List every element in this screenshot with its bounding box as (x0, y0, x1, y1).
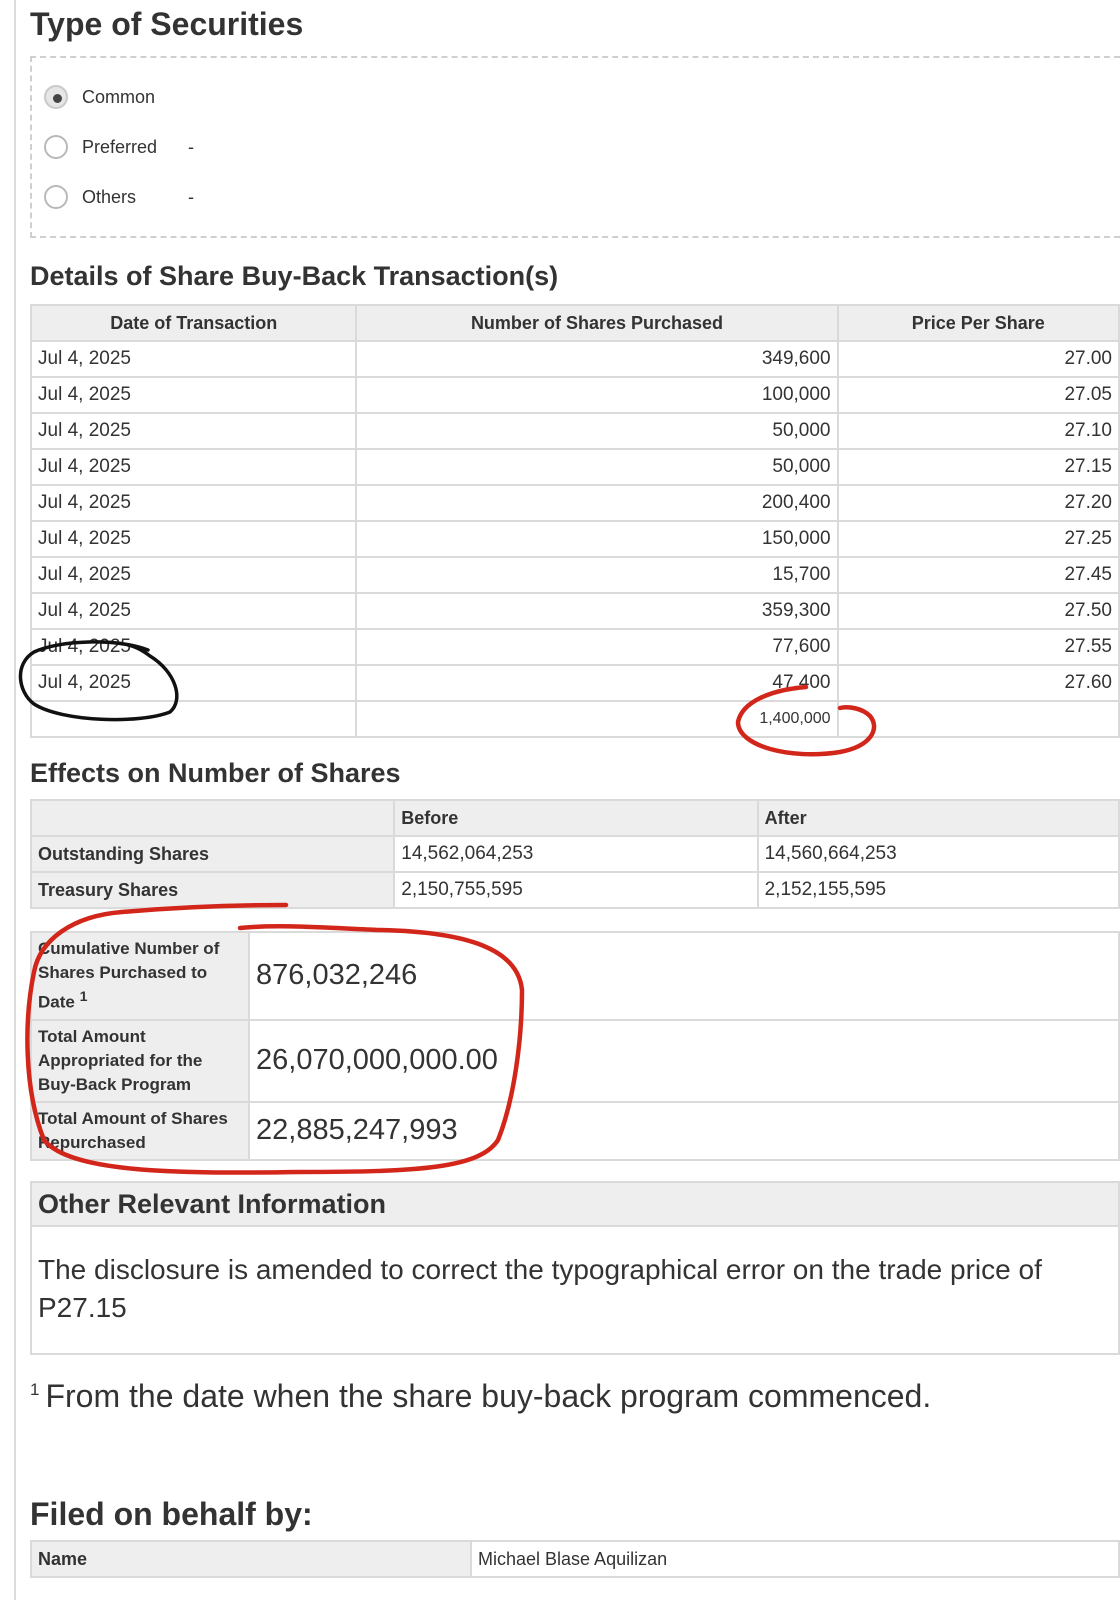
radio-preferred-icon[interactable] (44, 135, 68, 159)
shares-purchased: 15,700 (355, 556, 839, 594)
column-header-price: Price Per Share (836, 304, 1120, 342)
table-row: Treasury Shares 2,150,755,595 2,152,155,… (29, 871, 1120, 909)
radio-common-selected-icon[interactable] (44, 85, 68, 109)
transaction-date: Jul 4, 2025 (29, 484, 358, 522)
shares-purchased: 50,000 (355, 448, 839, 486)
column-header-shares: Number of Shares Purchased (355, 304, 839, 342)
buyback-details-heading: Details of Share Buy-Back Transaction(s) (30, 261, 559, 291)
totals-row: 1,400,000 (29, 700, 1120, 738)
transaction-date: Jul 4, 2025 (29, 520, 358, 558)
radio-value-others: - (188, 186, 194, 207)
shares-purchased: 150,000 (355, 520, 839, 558)
table-row: Cumulative Number of Shares Purchased to… (30, 931, 1120, 1021)
filed-on-behalf-heading: Filed on behalf by: (30, 1496, 313, 1532)
radio-value-preferred: - (188, 136, 194, 157)
radio-option-others[interactable]: Others - (44, 180, 194, 214)
name-label: Name (30, 1540, 472, 1578)
shares-purchased: 359,300 (355, 592, 839, 630)
cumulative-label: Cumulative Number of Shares Purchased to… (30, 931, 250, 1021)
radio-option-preferred[interactable]: Preferred - (44, 130, 194, 164)
name-value: Michael Blase Aquilizan (470, 1540, 1120, 1578)
table-row: Total Amount of Shares Repurchased 22,88… (30, 1100, 1120, 1161)
price-per-share: 27.60 (836, 664, 1120, 702)
transaction-date: Jul 4, 2025 (29, 376, 358, 414)
radio-option-common[interactable]: Common (44, 80, 188, 114)
price-per-share: 27.25 (836, 520, 1120, 558)
transaction-date: Jul 4, 2025 (29, 448, 358, 486)
table-row: Jul 4, 2025 47,400 27.60 (29, 664, 1120, 702)
table-row: Jul 4, 2025 100,000 27.05 (29, 376, 1120, 414)
price-per-share: 27.00 (836, 340, 1120, 378)
table-row: Jul 4, 2025 349,600 27.00 (29, 340, 1120, 378)
table-row: Jul 4, 2025 77,600 27.55 (29, 628, 1120, 666)
price-per-share: 27.05 (836, 376, 1120, 414)
transaction-date: Jul 4, 2025 (29, 340, 358, 378)
other-info-text: The disclosure is amended to correct the… (30, 1227, 1120, 1355)
repurchased-value: 22,885,247,993 (248, 1100, 1120, 1161)
transaction-date: Jul 4, 2025 (29, 556, 358, 594)
left-border-rule (14, 0, 16, 1600)
table-row: Jul 4, 2025 359,300 27.50 (29, 592, 1120, 630)
radio-label-common: Common (82, 86, 156, 107)
table-row: Jul 4, 2025 15,700 27.45 (29, 556, 1120, 594)
footnote-number: 1 (30, 1380, 40, 1399)
shares-purchased: 349,600 (355, 340, 839, 378)
shares-purchased: 200,400 (355, 484, 839, 522)
filer-table: Name Michael Blase Aquilizan (30, 1540, 1120, 1578)
table-row: Jul 4, 2025 50,000 27.10 (29, 412, 1120, 450)
price-per-share: 27.10 (836, 412, 1120, 450)
table-row: Name Michael Blase Aquilizan (30, 1540, 1120, 1578)
table-row: Total Amount Appropriated for the Buy-Ba… (30, 1018, 1120, 1103)
repurchased-label: Total Amount of Shares Repurchased (30, 1100, 250, 1161)
totals-empty-cell (836, 700, 1120, 738)
appropriated-value: 26,070,000,000.00 (248, 1018, 1120, 1103)
totals-empty-cell (29, 700, 358, 738)
securities-radio-group: Common Preferred - Others - (30, 56, 1120, 238)
outstanding-after: 14,560,664,253 (756, 835, 1120, 873)
transaction-date: Jul 4, 2025 (29, 592, 358, 630)
outstanding-before: 14,562,064,253 (393, 835, 759, 873)
table-row: Jul 4, 2025 200,400 27.20 (29, 484, 1120, 522)
footnote-mark: 1 (79, 989, 88, 1005)
radio-label-others: Others (82, 186, 137, 207)
row-label-outstanding: Outstanding Shares (29, 835, 396, 873)
buyback-summary-table: Cumulative Number of Shares Purchased to… (30, 931, 1120, 1161)
price-per-share: 27.45 (836, 556, 1120, 594)
table-row: Jul 4, 2025 50,000 27.15 (29, 448, 1120, 486)
transaction-date: Jul 4, 2025 (29, 628, 358, 666)
cumulative-value: 876,032,246 (248, 931, 1120, 1021)
transaction-date: Jul 4, 2025 (29, 412, 358, 450)
footnote: 1 From the date when the share buy-back p… (30, 1378, 931, 1415)
shares-purchased: 47,400 (355, 664, 839, 702)
transaction-date: Jul 4, 2025 (29, 664, 358, 702)
type-of-securities-heading: Type of Securities (30, 6, 304, 42)
table-header-row: Before After (29, 799, 1120, 837)
table-row: Jul 4, 2025 150,000 27.25 (29, 520, 1120, 558)
price-per-share: 27.50 (836, 592, 1120, 630)
footnote-text: From the date when the share buy-back pr… (45, 1378, 932, 1414)
effects-table: Before After Outstanding Shares 14,562,0… (29, 799, 1120, 909)
radio-others-icon[interactable] (44, 185, 68, 209)
table-header-row: Date of Transaction Number of Shares Pur… (29, 304, 1120, 342)
treasury-after: 2,152,155,595 (756, 871, 1120, 909)
column-header-blank (29, 799, 396, 837)
other-info-heading: Other Relevant Information (30, 1181, 1120, 1227)
row-label-treasury: Treasury Shares (29, 871, 396, 909)
treasury-before: 2,150,755,595 (393, 871, 759, 909)
shares-purchased: 77,600 (355, 628, 839, 666)
price-per-share: 27.15 (836, 448, 1120, 486)
price-per-share: 27.20 (836, 484, 1120, 522)
radio-label-preferred: Preferred (82, 136, 158, 157)
appropriated-label: Total Amount Appropriated for the Buy-Ba… (30, 1018, 250, 1103)
column-header-date: Date of Transaction (29, 304, 358, 342)
table-row: Outstanding Shares 14,562,064,253 14,560… (29, 835, 1120, 873)
column-header-before: Before (393, 799, 759, 837)
total-shares-purchased: 1,400,000 (355, 700, 839, 738)
shares-purchased: 100,000 (355, 376, 839, 414)
shares-purchased: 50,000 (355, 412, 839, 450)
buyback-transactions-table: Date of Transaction Number of Shares Pur… (29, 304, 1120, 738)
effects-heading: Effects on Number of Shares (30, 758, 401, 788)
price-per-share: 27.55 (836, 628, 1120, 666)
column-header-after: After (756, 799, 1120, 837)
